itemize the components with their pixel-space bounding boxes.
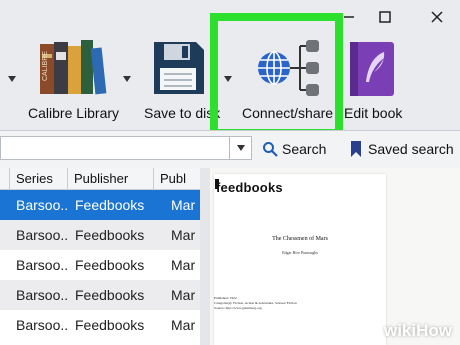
calibre-library-dropdown-icon[interactable]	[123, 76, 131, 82]
svg-text:CALIBRE: CALIBRE	[42, 51, 49, 81]
bookmark-icon	[351, 141, 361, 157]
book-table: Series Publisher Publ Barsoo... Feedbook…	[0, 168, 200, 345]
cell-series: Barsoo...	[16, 317, 68, 333]
close-icon[interactable]	[424, 4, 450, 30]
cell-published: Mar	[171, 287, 196, 303]
cell-publisher: Feedbooks	[75, 197, 145, 213]
table-row[interactable]: Barsoo... Feedbooks Mar	[0, 310, 200, 340]
feedbooks-mark-icon	[215, 179, 219, 189]
cell-series: Barsoo...	[16, 257, 68, 273]
column-header-published[interactable]: Publ	[154, 168, 200, 190]
chevron-down-icon[interactable]	[8, 76, 16, 82]
pane-splitter[interactable]	[200, 168, 210, 345]
search-button[interactable]: Search	[262, 139, 326, 159]
chevron-down-icon	[236, 145, 245, 151]
save-to-disk-label: Save to disk	[144, 105, 221, 121]
table-row[interactable]: Barsoo... Feedbooks Mar	[0, 220, 200, 250]
maximize-icon[interactable]	[372, 4, 398, 30]
saved-search-button[interactable]: Saved search	[350, 139, 454, 159]
calibre-library-label: Calibre Library	[28, 105, 120, 121]
edit-book-label: Edit book	[344, 105, 403, 121]
cell-publisher: Feedbooks	[75, 287, 145, 303]
saved-search-label: Saved search	[368, 141, 454, 157]
cell-publisher: Feedbooks	[75, 257, 145, 273]
table-row[interactable]: Barsoo... Feedbooks Mar	[0, 280, 200, 310]
cover-author: Edgar Rice Burroughs	[282, 250, 318, 255]
cell-series: Barsoo...	[16, 227, 68, 243]
search-input[interactable]	[0, 136, 230, 160]
column-header-publisher[interactable]: Publisher	[68, 168, 154, 190]
book-cover[interactable]: feedbooks The Chessmen of Mars Edgar Ric…	[214, 174, 386, 345]
highlight-box	[210, 13, 343, 137]
save-to-disk-button[interactable]: Save to disk	[140, 34, 220, 130]
column-header-partial[interactable]	[0, 168, 10, 190]
cell-series: Barsoo...	[16, 287, 68, 303]
search-button-label: Search	[282, 141, 327, 157]
cell-publisher: Feedbooks	[75, 317, 145, 333]
books-icon: CALIBRE	[40, 40, 107, 95]
edit-book-button[interactable]: Edit book	[344, 34, 426, 130]
table-row[interactable]: Barsoo... Feedbooks Mar	[0, 250, 200, 280]
cell-series: Barsoo...	[16, 197, 68, 213]
cell-published: Mar	[171, 257, 196, 273]
table-row[interactable]: Barsoo... Feedbooks Mar	[0, 190, 200, 220]
search-history-dropdown[interactable]	[230, 136, 252, 160]
column-header-series[interactable]: Series	[10, 168, 68, 190]
purple-book-icon	[350, 42, 394, 96]
cell-publisher: Feedbooks	[75, 227, 145, 243]
cover-metadata: Published: 1922 Categorie(s): Fiction, A…	[214, 296, 386, 311]
cover-meta-source: Source: http://www.gutenberg.org	[214, 306, 262, 310]
publisher-logo: feedbooks	[216, 180, 283, 195]
cell-published: Mar	[171, 197, 196, 213]
cover-title: The Chessmen of Mars	[272, 236, 328, 242]
search-icon	[263, 142, 278, 157]
calibre-library-button[interactable]: CALIBRE Calibre Library	[20, 34, 124, 130]
watermark: wikiHow	[383, 321, 452, 340]
cell-published: Mar	[171, 317, 196, 333]
cell-published: Mar	[171, 227, 196, 243]
floppy-disk-icon	[154, 42, 204, 94]
